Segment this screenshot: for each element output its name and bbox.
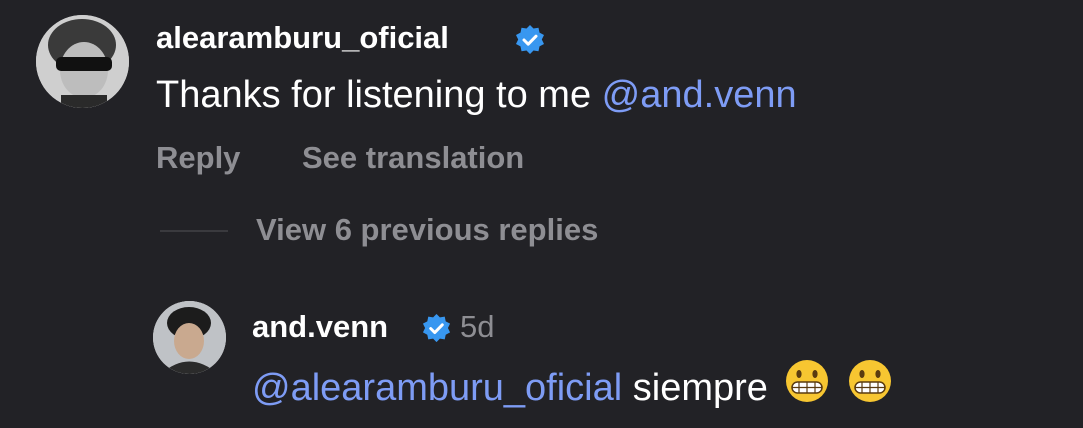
- reply-body: @alearamburu_oficial siempre: [252, 360, 893, 418]
- comment-body: Thanks for listening to me @and.venn: [156, 74, 797, 117]
- view-previous-replies-button[interactable]: View 6 previous replies: [256, 212, 598, 248]
- comment-username[interactable]: alearamburu_oficial: [156, 20, 449, 56]
- thread-divider-line: [160, 230, 228, 232]
- verified-badge-icon: [516, 25, 544, 54]
- grimacing-face-emoji: [784, 358, 830, 414]
- reply-button[interactable]: Reply: [156, 140, 240, 176]
- comment-mention-link[interactable]: @and.venn: [602, 74, 797, 116]
- reply-timestamp: 5d: [460, 309, 495, 344]
- avatar-and-venn[interactable]: [153, 301, 226, 374]
- reply-username[interactable]: and.venn: [252, 309, 388, 345]
- grimacing-face-emoji: [847, 358, 893, 414]
- verified-badge-icon: [422, 313, 451, 343]
- profile-photo: [153, 301, 226, 374]
- avatar-alearamburu[interactable]: [36, 15, 129, 108]
- profile-photo: [36, 15, 129, 108]
- reply-text: siempre: [632, 367, 768, 410]
- see-translation-button[interactable]: See translation: [302, 140, 524, 176]
- reply-mention-link[interactable]: @alearamburu_oficial: [252, 367, 622, 409]
- comment-text: Thanks for listening to me: [156, 74, 592, 116]
